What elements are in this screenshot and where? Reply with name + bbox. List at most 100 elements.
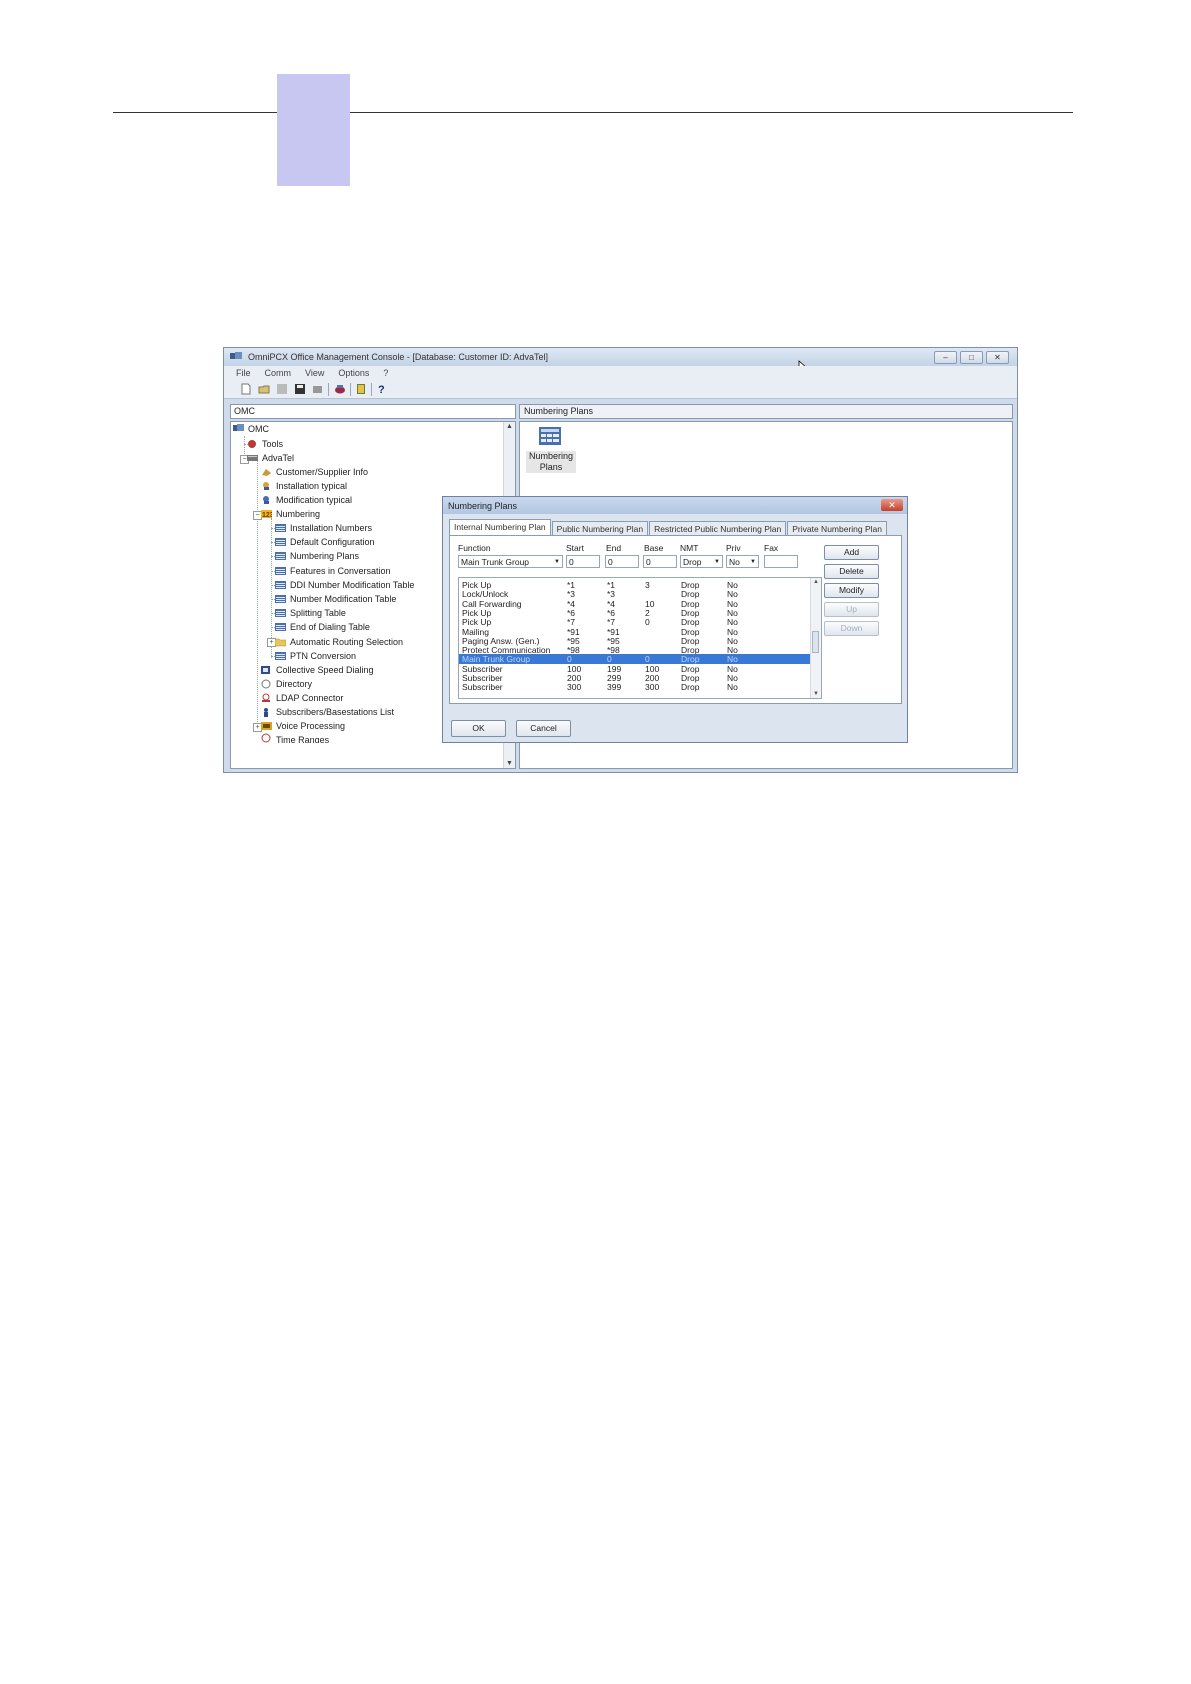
save-icon[interactable] [294,383,306,395]
tree-node-ldap-connector[interactable]: LDAP Connector [261,691,343,705]
table-icon [275,595,286,603]
directory-icon [261,679,271,689]
new-file-icon[interactable] [240,383,252,395]
scroll-down-arrow-icon[interactable]: ▼ [506,760,513,767]
nmt-select[interactable]: Drop ▼ [680,555,723,568]
menu-help[interactable]: ? [383,366,388,380]
tree-node-collective-speed-dialing[interactable]: Collective Speed Dialing [261,663,374,677]
tree-node-automatic-routing-selection[interactable]: Automatic Routing Selection [275,635,403,649]
tree-node-customer-info[interactable]: Customer/Supplier Info [261,465,368,479]
tools-icon [248,440,256,448]
menu-file[interactable]: File [236,366,251,380]
tree-node-label: OMC [248,424,269,434]
maximize-button[interactable]: □ [960,351,983,364]
open-icon[interactable] [258,383,270,395]
tree-node-numbering[interactable]: 123 Numbering [261,507,320,521]
close-window-button[interactable]: ✕ [986,351,1009,364]
tab-private-numbering-plan[interactable]: Private Numbering Plan [787,521,887,536]
dialog-close-button[interactable]: ✕ [881,499,903,511]
tree-node-ddi-number-modification-table[interactable]: DDI Number Modification Table [275,578,414,592]
tree-node-subscribers-list[interactable]: Subscribers/Basestations List [261,705,394,719]
tree-node-label: Default Configuration [290,537,375,548]
scroll-up-arrow-icon[interactable]: ▲ [813,579,819,585]
dialog-title-bar[interactable]: Numbering Plans ✕ [443,497,907,514]
tree-node-ptn-conversion[interactable]: PTN Conversion [275,649,356,663]
scroll-thumb[interactable] [812,631,819,653]
move-up-button[interactable]: Up [824,602,879,617]
tree-node-installation-numbers[interactable]: Installation Numbers [275,521,372,535]
numbering-plan-list[interactable]: ▲ ▼ Pick Up *1 *1 3 Drop No Lock/Unlock *3 *3 Dro… [458,577,822,699]
nmt-select-value: Drop [683,557,702,567]
tree-node-omc[interactable]: OMC [233,422,269,436]
base-input[interactable]: 0 [643,555,677,568]
numbering-icon: 123 [261,510,272,519]
tree-node-label: Subscribers/Basestations List [276,707,395,717]
tree-node-time-ranges[interactable]: Time Ranges [261,733,329,743]
tab-restricted-public-numbering-plan[interactable]: Restricted Public Numbering Plan [649,521,787,536]
tree-node-numbering-plans[interactable]: Numbering Plans [275,549,359,563]
ok-button[interactable]: OK [451,720,506,737]
cell-nmt: Drop [681,682,700,693]
menu-options[interactable]: Options [338,366,369,380]
table-row[interactable]: Subscriber 300 399 300 Drop No [459,682,810,692]
tab-internal-numbering-plan[interactable]: Internal Numbering Plan [449,519,551,536]
help-icon[interactable]: ? [376,383,388,395]
list-scrollbar[interactable]: ▲ ▼ [810,578,821,698]
function-select-value: Main Trunk Group [461,557,530,567]
column-label-function: Function [458,543,491,553]
numbering-plans-dialog: Numbering Plans ✕ Internal Numbering Pla… [442,496,908,743]
tree-node-features-in-conversation[interactable]: Features in Conversation [275,564,391,578]
start-input[interactable]: 0 [566,555,600,568]
dropdown-arrow-icon: ▼ [554,559,560,565]
tree-node-end-of-dialing-table[interactable]: End of Dialing Table [275,620,370,634]
minimize-button[interactable]: ‒ [934,351,957,364]
tree-node-label: Numbering [276,509,321,519]
save-disabled-icon[interactable] [276,383,288,395]
scroll-down-arrow-icon[interactable]: ▼ [813,691,819,697]
computer-icon [233,424,244,431]
cell-start: 300 [567,682,582,693]
menu-bar: File Comm View Options ? [224,366,1017,380]
end-input[interactable]: 0 [605,555,639,568]
tree-node-number-modification-table[interactable]: Number Modification Table [275,592,396,606]
cancel-button[interactable]: Cancel [516,720,571,737]
tree-node-default-configuration[interactable]: Default Configuration [275,535,375,549]
priv-select[interactable]: No ▼ [726,555,759,568]
menu-view[interactable]: View [305,366,324,380]
column-label-fax: Fax [764,543,779,553]
tree-node-advatel[interactable]: AdvaTel [247,451,294,465]
toolbar-separator [371,383,372,396]
add-button[interactable]: Add [824,545,879,560]
table-icon [275,538,286,547]
tree-node-label: End of Dialing Table [290,622,370,633]
tree-node-label: Time Ranges [276,735,330,743]
tab-public-numbering-plan[interactable]: Public Numbering Plan [551,521,649,536]
connect-icon[interactable] [334,383,346,395]
tree-node-label: Installation Numbers [290,523,373,533]
fax-input[interactable] [764,555,798,568]
modify-button[interactable]: Modify [824,583,879,598]
tree-node-voice-processing[interactable]: Voice Processing [261,719,345,733]
tree-node-label: Collective Speed Dialing [276,665,374,675]
internal-plan-panel: Function Start End Base NMT Priv Fax Mai… [449,535,902,704]
tree-node-installation-typical[interactable]: Installation typical [261,479,347,493]
tree-node-directory[interactable]: Directory [261,677,312,691]
clock-icon [261,733,271,743]
tree-node-label: Number Modification Table [290,594,397,604]
export-icon[interactable] [312,383,324,395]
book-icon[interactable] [355,383,367,395]
menu-comm[interactable]: Comm [265,366,292,380]
numbering-plans-icon[interactable] [539,427,561,445]
tree-node-modification-typical[interactable]: Modification typical [261,493,352,507]
table-icon [275,566,286,575]
numbering-plans-icon-label[interactable]: Numbering Plans [526,451,576,473]
tree-node-splitting-table[interactable]: Splitting Table [275,606,346,620]
delete-button[interactable]: Delete [824,564,879,579]
tree-node-tools[interactable]: Tools [247,437,283,451]
column-label-base: Base [644,543,664,553]
function-select[interactable]: Main Trunk Group ▼ [458,555,563,568]
title-bar[interactable]: OmniPCX Office Management Console - [Dat… [224,348,1017,366]
move-down-button[interactable]: Down [824,621,879,636]
scroll-up-arrow-icon[interactable]: ▲ [506,423,513,430]
left-pane-header: OMC [230,404,516,419]
